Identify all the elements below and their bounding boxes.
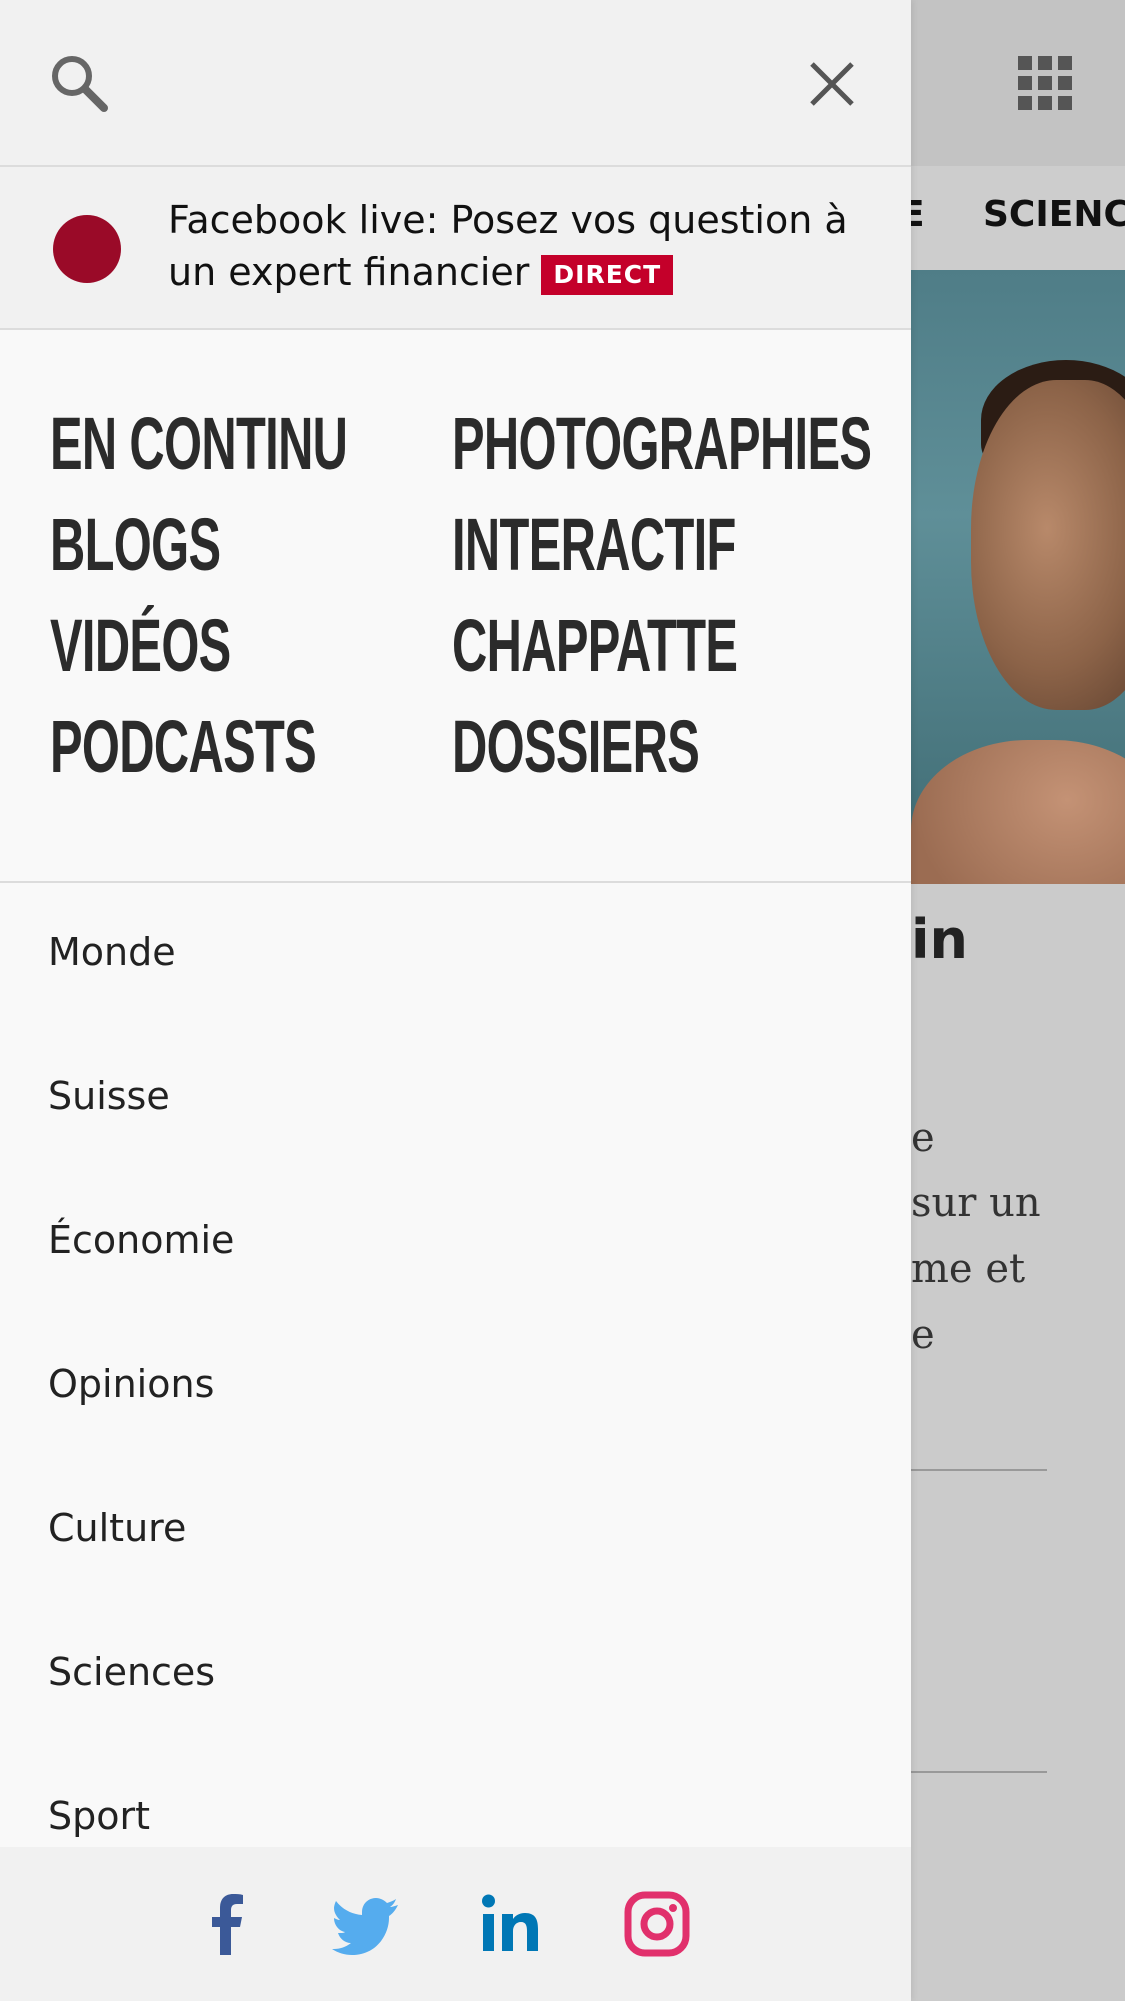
article-teaser-line: sur un (911, 1180, 1041, 1226)
article-teaser-line: e (911, 1115, 935, 1161)
divider (911, 1469, 1047, 1471)
section-item-sport[interactable]: Sport (48, 1794, 150, 1838)
live-banner-text[interactable]: Facebook live: Posez vos question à un e… (168, 194, 888, 298)
nav-link-interactif[interactable]: INTERACTIF (452, 505, 736, 585)
article-photo (911, 270, 1125, 884)
close-button[interactable] (802, 54, 862, 114)
nav-link-photographies[interactable]: PHOTOGRAPHIES (452, 404, 872, 484)
nav-link-podcasts[interactable]: PODCASTS (50, 707, 317, 787)
linkedin-icon (482, 1894, 538, 1951)
drawer-header (0, 0, 911, 167)
facebook-link[interactable] (193, 1889, 263, 1959)
live-indicator-dot (53, 215, 121, 283)
nav-link-videos[interactable]: VIDÉOS (50, 606, 231, 686)
section-item-monde[interactable]: Monde (48, 930, 176, 974)
apps-grid-icon[interactable] (1018, 56, 1072, 110)
section-item-opinions[interactable]: Opinions (48, 1362, 214, 1406)
background-tab[interactable]: SCIENC (983, 194, 1125, 235)
section-item-sciences[interactable]: Sciences (48, 1650, 215, 1694)
twitter-icon (332, 1898, 398, 1955)
section-item-culture[interactable]: Culture (48, 1506, 186, 1550)
live-title: Facebook live: Posez vos question à un e… (168, 198, 848, 294)
section-item-economie[interactable]: Économie (48, 1218, 234, 1262)
article-teaser-line: e (911, 1312, 935, 1358)
section-item-suisse[interactable]: Suisse (48, 1074, 170, 1118)
nav-link-chappatte[interactable]: CHAPPATTE (452, 606, 738, 686)
divider (911, 1771, 1047, 1773)
nav-link-dossiers[interactable]: DOSSIERS (452, 707, 700, 787)
close-icon (810, 62, 854, 106)
linkedin-link[interactable] (478, 1889, 548, 1959)
instagram-link[interactable] (622, 1889, 692, 1959)
primary-nav: EN CONTINU BLOGS VIDÉOS PODCASTS PHOTOGR… (0, 330, 911, 883)
social-bar (0, 1847, 911, 2001)
navigation-drawer: Facebook live: Posez vos question à un e… (0, 0, 911, 2001)
search-button[interactable] (48, 52, 112, 116)
search-icon (52, 56, 108, 112)
nav-link-blogs[interactable]: BLOGS (50, 505, 221, 585)
direct-badge: DIRECT (541, 254, 674, 295)
twitter-link[interactable] (330, 1889, 400, 1959)
nav-link-en-continu[interactable]: EN CONTINU (50, 404, 348, 484)
article-teaser-line: me et (911, 1246, 1026, 1292)
facebook-icon (212, 1894, 243, 1955)
article-headline-fragment: in (911, 908, 968, 971)
instagram-icon (624, 1891, 690, 1957)
